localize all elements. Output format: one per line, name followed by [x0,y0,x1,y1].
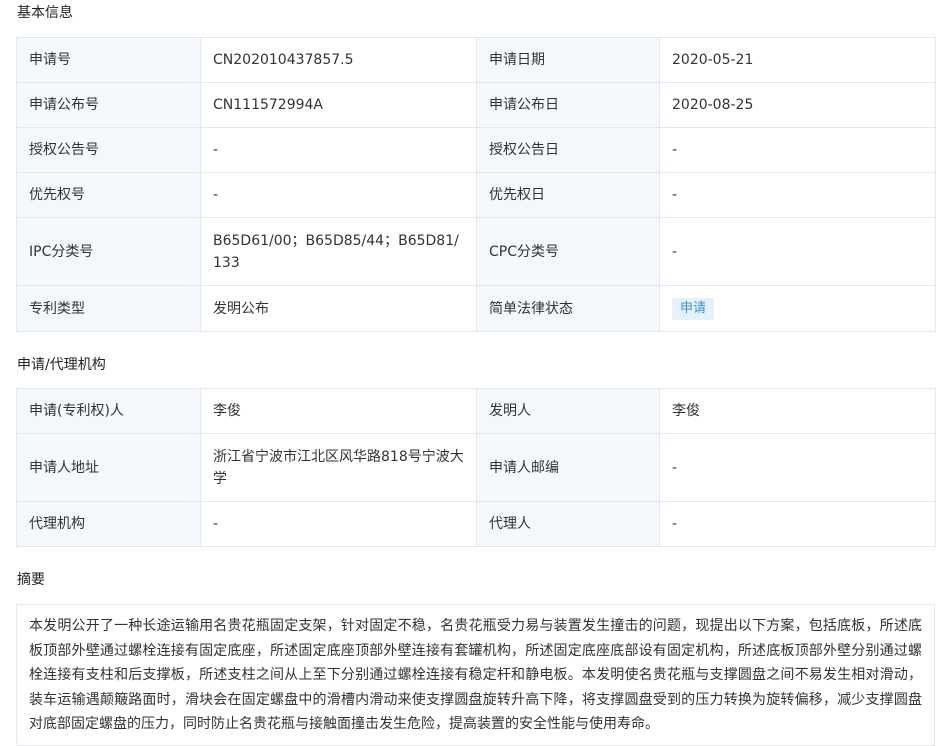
table-row: 代理机构 - 代理人 - [16,501,936,547]
table-row: 申请公布号 CN111572994A 申请公布日 2020-08-25 [16,82,936,128]
legal-status-cell: 申请 [659,285,936,332]
applicant-postcode-label: 申请人邮编 [476,433,660,502]
priority-number-value: - [200,172,477,218]
abstract-title: 摘要 [17,572,45,588]
publication-number-label: 申请公布号 [16,82,201,128]
publication-date-value: 2020-08-25 [659,82,936,128]
agency-info-table: 申请(专利权)人 李俊 发明人 李俊 申请人地址 浙江省宁波市江北区风华路818… [16,388,936,547]
ipc-class-value: B65D61/00；B65D85/44；B65D81/133 [200,217,477,286]
grant-date-value: - [659,127,936,173]
applicant-address-label: 申请人地址 [16,433,201,502]
cpc-class-label: CPC分类号 [476,217,660,286]
agency-label: 代理机构 [16,501,201,547]
patent-type-label: 专利类型 [16,285,201,332]
publication-date-label: 申请公布日 [476,82,660,128]
grant-date-label: 授权公告日 [476,127,660,173]
table-row: 优先权号 - 优先权日 - [16,172,936,218]
basic-info-title: 基本信息 [17,5,73,21]
agency-value: - [200,501,477,547]
agency-info-title: 申请/代理机构 [17,357,106,373]
basic-info-table: 申请号 CN202010437857.5 申请日期 2020-05-21 申请公… [16,37,936,332]
publication-number-value: CN111572994A [200,82,477,128]
inventor-label: 发明人 [476,388,660,434]
priority-date-value: - [659,172,936,218]
application-number-label: 申请号 [16,37,201,83]
abstract-text: 本发明公开了一种长途运输用名贵花瓶固定支架，针对固定不稳，名贵花瓶受力易与装置发… [16,604,935,746]
grant-number-label: 授权公告号 [16,127,201,173]
cpc-class-value: - [659,217,936,286]
applicant-postcode-value: - [659,433,936,502]
agent-value: - [659,501,936,547]
application-date-value: 2020-05-21 [659,37,936,83]
table-row: 申请(专利权)人 李俊 发明人 李俊 [16,388,936,434]
legal-status-label: 简单法律状态 [476,285,660,332]
applicant-address-value: 浙江省宁波市江北区风华路818号宁波大学 [200,433,477,502]
application-number-value: CN202010437857.5 [200,37,477,83]
ipc-class-label: IPC分类号 [16,217,201,286]
table-row: IPC分类号 B65D61/00；B65D85/44；B65D81/133 CP… [16,217,936,286]
application-date-label: 申请日期 [476,37,660,83]
table-row: 申请号 CN202010437857.5 申请日期 2020-05-21 [16,37,936,83]
table-row: 授权公告号 - 授权公告日 - [16,127,936,173]
status-badge: 申请 [672,298,715,320]
grant-number-value: - [200,127,477,173]
priority-number-label: 优先权号 [16,172,201,218]
table-row: 专利类型 发明公布 简单法律状态 申请 [16,285,936,332]
patent-type-value: 发明公布 [200,285,477,332]
applicant-label: 申请(专利权)人 [16,388,201,434]
priority-date-label: 优先权日 [476,172,660,218]
applicant-value: 李俊 [200,388,477,434]
inventor-value: 李俊 [659,388,936,434]
patent-detail-page: 基本信息 申请号 CN202010437857.5 申请日期 2020-05-2… [0,0,937,746]
agent-label: 代理人 [476,501,660,547]
table-row: 申请人地址 浙江省宁波市江北区风华路818号宁波大学 申请人邮编 - [16,433,936,502]
